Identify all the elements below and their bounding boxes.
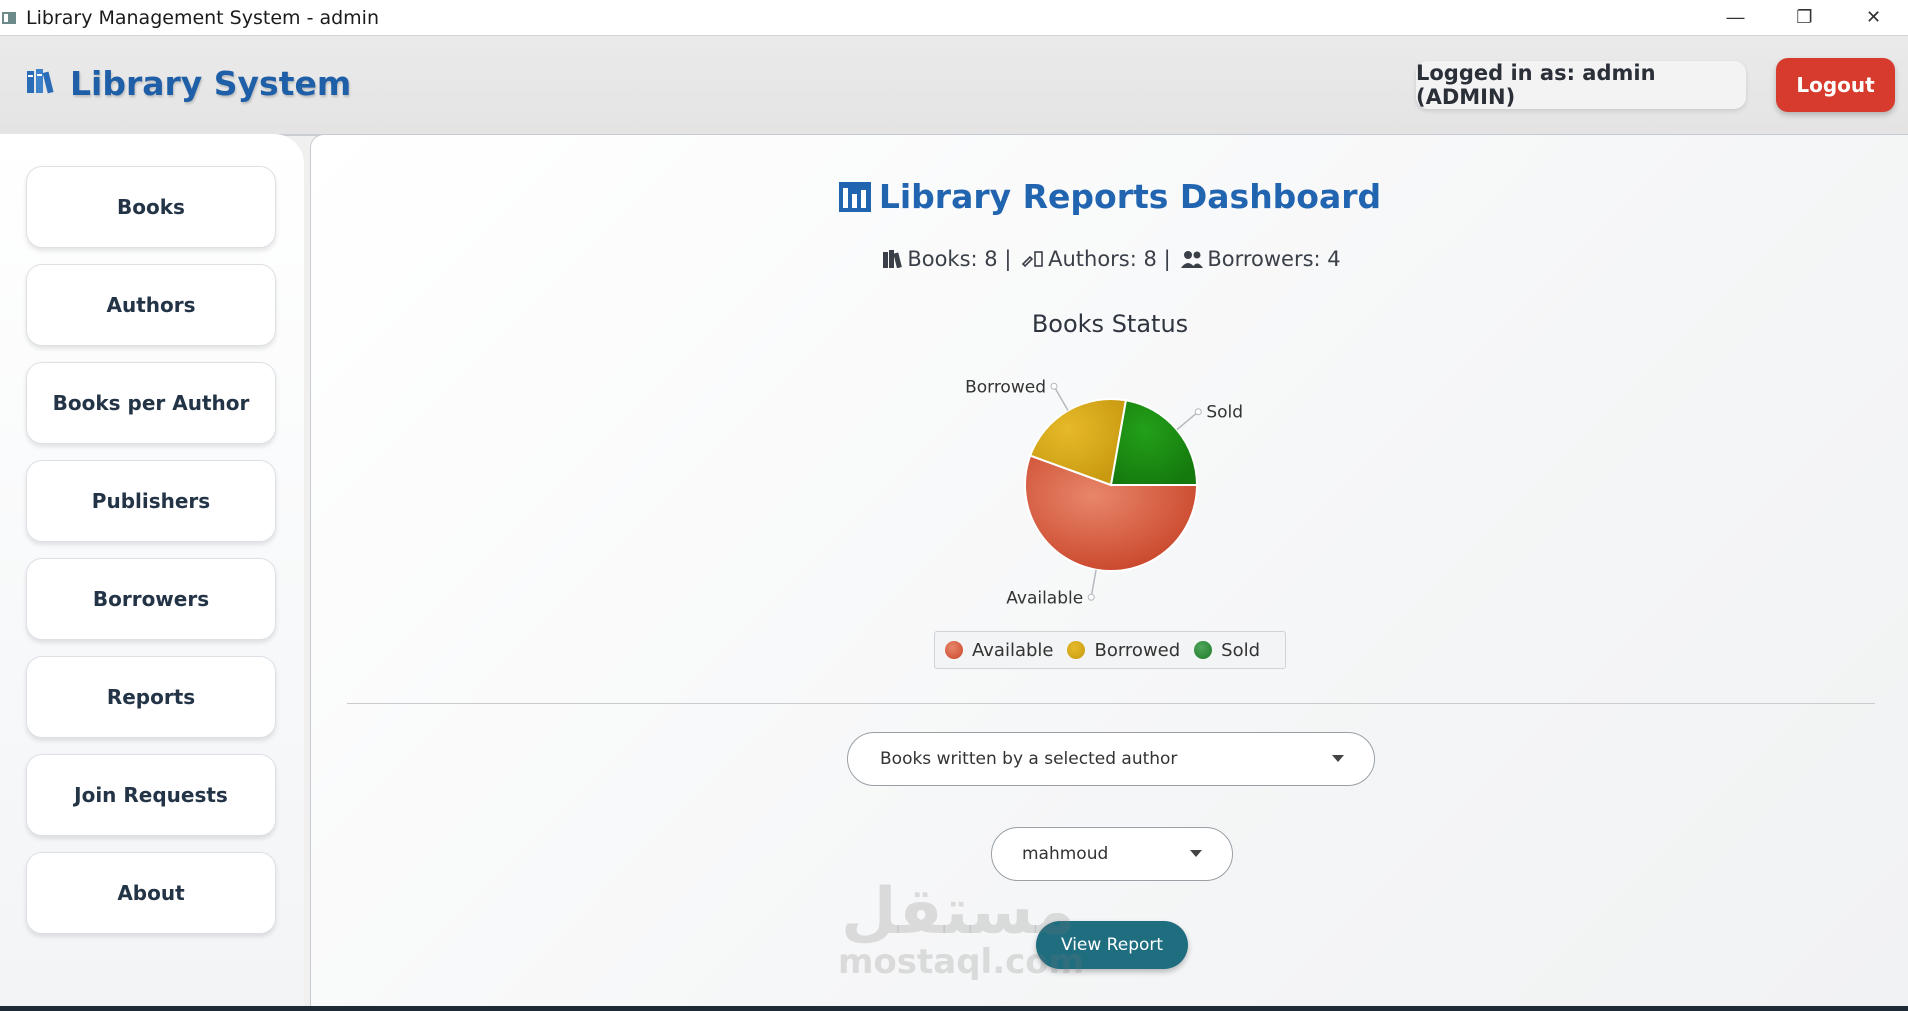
legend-label: Available — [972, 639, 1054, 661]
app-icon — [2, 11, 16, 25]
pie-slice-sold — [1109, 399, 1199, 486]
author-select[interactable]: mahmoud — [991, 827, 1233, 881]
slice-label: Available — [1006, 588, 1083, 608]
restore-button[interactable]: ❐ — [1770, 0, 1839, 35]
leader-dot — [1194, 408, 1202, 416]
leader-dot — [1087, 593, 1095, 601]
brand: Library System — [26, 64, 351, 103]
sidebar-item-join-requests[interactable]: Join Requests — [26, 754, 276, 836]
leader-line — [1176, 411, 1199, 431]
legend-swatch-sold — [1194, 641, 1213, 659]
sidebar: Books Authors Books per Author Publisher… — [0, 134, 304, 1011]
minimize-button[interactable]: — — [1701, 0, 1770, 35]
sidebar-item-reports[interactable]: Reports — [26, 656, 276, 738]
leader-line — [1053, 385, 1069, 411]
view-report-button[interactable]: View Report — [1036, 921, 1188, 969]
books-icon — [26, 68, 58, 99]
sidebar-item-books[interactable]: Books — [26, 166, 276, 248]
report-type-select[interactable]: Books written by a selected author — [847, 732, 1375, 786]
legend-item-available: Available — [945, 640, 1053, 661]
slice-label: Sold — [1206, 403, 1243, 423]
leader-dot — [1050, 382, 1058, 390]
legend-item-borrowed: Borrowed — [1067, 640, 1180, 661]
slice-label: Borrowed — [965, 377, 1046, 397]
chevron-down-icon — [1332, 755, 1344, 762]
sidebar-item-publishers[interactable]: Publishers — [26, 460, 276, 542]
window-titlebar: Library Management System - admin — ❐ ✕ — [0, 0, 1908, 36]
window-title: Library Management System - admin — [26, 6, 379, 29]
legend-swatch-borrowed — [1067, 641, 1086, 659]
chart-legend: Available Borrowed Sold — [934, 631, 1286, 669]
logged-in-user: Logged in as: admin (ADMIN) — [1416, 61, 1746, 109]
legend-item-sold: Sold — [1194, 640, 1260, 661]
books-status-pie-chart: Available Borrowed Sold — [965, 377, 1243, 608]
sidebar-item-about[interactable]: About — [26, 852, 276, 934]
legend-label: Sold — [1221, 639, 1261, 661]
reports-panel: Library Reports Dashboard Books: 8 | Aut… — [310, 134, 1908, 1008]
close-button[interactable]: ✕ — [1839, 0, 1908, 35]
leader-line — [1090, 569, 1097, 598]
sidebar-item-books-per-author[interactable]: Books per Author — [26, 362, 276, 444]
sidebar-item-borrowers[interactable]: Borrowers — [26, 558, 276, 640]
sidebar-item-authors[interactable]: Authors — [26, 264, 276, 346]
logout-button[interactable]: Logout — [1776, 58, 1895, 112]
app-header: Library System Logged in as: admin (ADMI… — [0, 36, 1908, 136]
brand-title: Library System — [70, 64, 352, 103]
legend-swatch-available — [945, 641, 963, 659]
taskbar — [0, 1006, 1908, 1011]
author-select-value: mahmoud — [1022, 844, 1109, 864]
legend-label: Borrowed — [1094, 639, 1181, 661]
report-type-value: Books written by a selected author — [880, 749, 1178, 769]
chevron-down-icon — [1190, 850, 1202, 857]
divider — [347, 703, 1875, 704]
